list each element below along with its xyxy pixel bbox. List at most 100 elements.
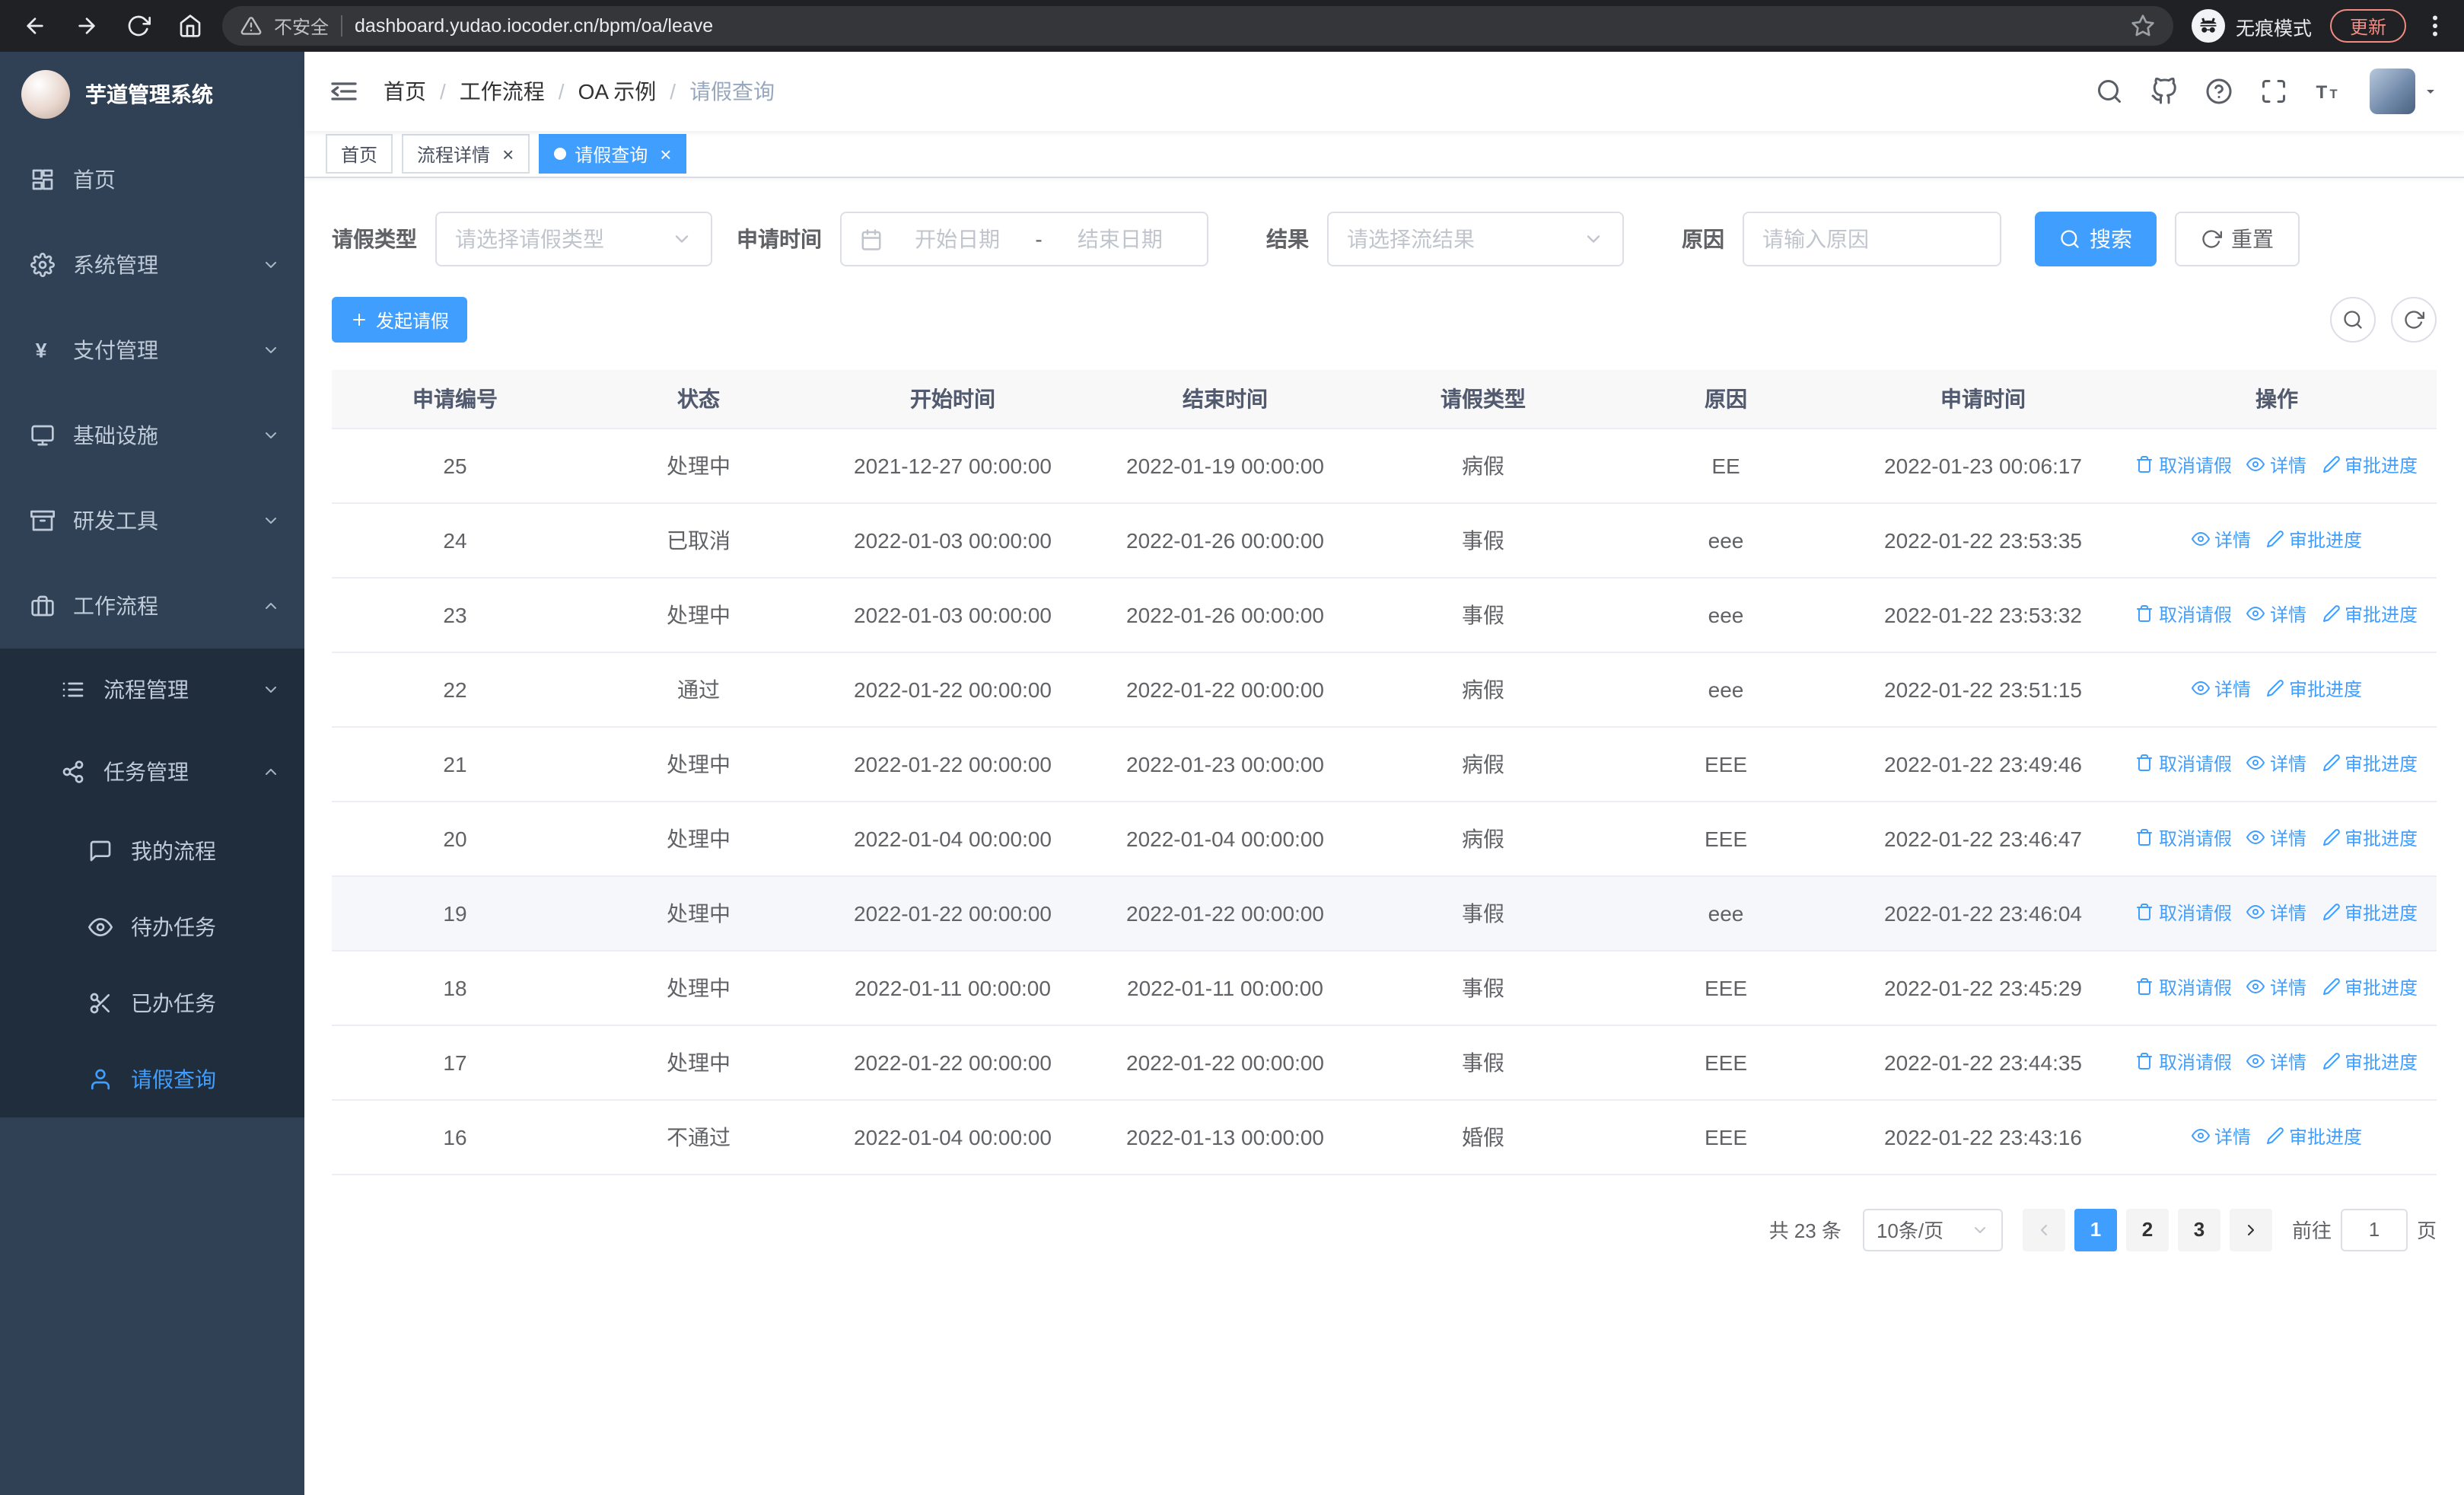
tab-leave-query[interactable]: 请假查询 × bbox=[538, 134, 687, 174]
search-icon[interactable] bbox=[2096, 78, 2123, 105]
user-avatar[interactable] bbox=[2370, 69, 2415, 114]
create-leave-button[interactable]: 发起请假 bbox=[332, 297, 468, 343]
action-detail[interactable]: 详情 bbox=[2191, 676, 2251, 702]
leave-type-select[interactable]: 请选择请假类型 bbox=[435, 212, 712, 266]
reset-button[interactable]: 重置 bbox=[2175, 212, 2300, 266]
goto-page-input[interactable] bbox=[2340, 1208, 2408, 1251]
action-detail[interactable]: 详情 bbox=[2191, 527, 2251, 553]
action-approval-progress[interactable]: 审批进度 bbox=[2322, 900, 2418, 926]
tab-process-detail[interactable]: 流程详情 × bbox=[402, 134, 530, 174]
action-approval-progress[interactable]: 审批进度 bbox=[2266, 676, 2362, 702]
reason-label: 原因 bbox=[1682, 227, 1724, 251]
sidebar-toggle-icon[interactable] bbox=[329, 76, 359, 107]
browser-back-icon[interactable] bbox=[15, 6, 55, 46]
action-cancel-leave[interactable]: 取消请假 bbox=[2136, 751, 2232, 776]
browser-reload-icon[interactable] bbox=[119, 6, 158, 46]
fullscreen-icon[interactable] bbox=[2260, 78, 2287, 105]
chevron-left-icon bbox=[2035, 1220, 2053, 1238]
page-button-1[interactable]: 1 bbox=[2074, 1208, 2117, 1251]
search-icon bbox=[2342, 309, 2364, 330]
breadcrumb-item[interactable]: OA 示例 bbox=[578, 76, 657, 107]
sidebar-item-task-mgmt[interactable]: 任务管理 bbox=[0, 731, 304, 813]
column-header: 申请时间 bbox=[1849, 370, 2117, 429]
action-cancel-leave[interactable]: 取消请假 bbox=[2136, 825, 2232, 851]
action-approval-progress[interactable]: 审批进度 bbox=[2322, 1049, 2418, 1075]
reason-input[interactable] bbox=[1743, 212, 2001, 266]
action-cancel-leave[interactable]: 取消请假 bbox=[2136, 900, 2232, 926]
sidebar: 芋道管理系统 首页 系统管理 ¥ 支付管理 基础设施 研发工具 工作流程 流程管理 任务管理 我的… bbox=[0, 52, 304, 1495]
apply-time-range-picker[interactable]: 开始日期 - 结束日期 bbox=[840, 212, 1208, 266]
action-detail[interactable]: 详情 bbox=[2246, 751, 2306, 776]
chrome-update-button[interactable]: 更新 bbox=[2329, 9, 2406, 43]
close-icon[interactable]: × bbox=[660, 144, 671, 164]
action-approval-progress[interactable]: 审批进度 bbox=[2322, 825, 2418, 851]
sidebar-item-payment[interactable]: ¥ 支付管理 bbox=[0, 308, 304, 393]
sidebar-item-home[interactable]: 首页 bbox=[0, 137, 304, 222]
page-button-2[interactable]: 2 bbox=[2125, 1208, 2169, 1251]
sidebar-item-my-process[interactable]: 我的流程 bbox=[0, 813, 304, 889]
cell-end-time: 2022-01-26 00:00:00 bbox=[1087, 577, 1364, 652]
breadcrumb-item[interactable]: 工作流程 bbox=[460, 76, 545, 107]
action-approval-progress[interactable]: 审批进度 bbox=[2266, 1124, 2362, 1149]
toggle-search-button[interactable] bbox=[2330, 297, 2376, 343]
cell-status: 不通过 bbox=[578, 1099, 819, 1175]
action-detail[interactable]: 详情 bbox=[2191, 1124, 2251, 1149]
action-cancel-leave[interactable]: 取消请假 bbox=[2136, 974, 2232, 1000]
action-approval-progress[interactable]: 审批进度 bbox=[2322, 974, 2418, 1000]
action-label: 详情 bbox=[2269, 902, 2306, 924]
sidebar-item-devtools[interactable]: 研发工具 bbox=[0, 478, 304, 563]
action-detail[interactable]: 详情 bbox=[2246, 601, 2306, 627]
github-icon[interactable] bbox=[2150, 78, 2178, 105]
sidebar-item-label: 支付管理 bbox=[73, 338, 158, 362]
prev-page-button[interactable] bbox=[2022, 1208, 2065, 1251]
sidebar-item-done-tasks[interactable]: 已办任务 bbox=[0, 965, 304, 1041]
sidebar-item-todo-tasks[interactable]: 待办任务 bbox=[0, 889, 304, 965]
font-size-icon[interactable]: TT bbox=[2315, 78, 2342, 105]
bookmark-star-icon[interactable] bbox=[2131, 14, 2155, 38]
edit-icon bbox=[2266, 680, 2284, 698]
sidebar-item-process-mgmt[interactable]: 流程管理 bbox=[0, 649, 304, 731]
action-cancel-leave[interactable]: 取消请假 bbox=[2136, 1049, 2232, 1075]
cell-start-time: 2022-01-04 00:00:00 bbox=[819, 1099, 1087, 1175]
action-label: 审批进度 bbox=[2345, 902, 2418, 924]
cell-start-time: 2022-01-22 00:00:00 bbox=[819, 652, 1087, 727]
action-approval-progress[interactable]: 审批进度 bbox=[2322, 751, 2418, 776]
sidebar-item-leave-query[interactable]: 请假查询 bbox=[0, 1041, 304, 1117]
next-page-button[interactable] bbox=[2229, 1208, 2272, 1251]
action-detail[interactable]: 详情 bbox=[2246, 452, 2306, 478]
refresh-table-button[interactable] bbox=[2391, 297, 2437, 343]
tab-home[interactable]: 首页 bbox=[326, 134, 393, 174]
action-detail[interactable]: 详情 bbox=[2246, 974, 2306, 1000]
avatar-caret-icon[interactable] bbox=[2421, 82, 2440, 100]
action-cancel-leave[interactable]: 取消请假 bbox=[2136, 452, 2232, 478]
close-icon[interactable]: × bbox=[502, 144, 514, 164]
action-detail[interactable]: 详情 bbox=[2246, 825, 2306, 851]
action-cancel-leave[interactable]: 取消请假 bbox=[2136, 601, 2232, 627]
action-detail[interactable]: 详情 bbox=[2246, 900, 2306, 926]
cell-apply-id: 25 bbox=[332, 428, 578, 503]
address-bar[interactable]: 不安全 dashboard.yudao.iocoder.cn/bpm/oa/le… bbox=[222, 6, 2173, 46]
action-approval-progress[interactable]: 审批进度 bbox=[2266, 527, 2362, 553]
action-approval-progress[interactable]: 审批进度 bbox=[2322, 452, 2418, 478]
page-size-select[interactable]: 10条/页 bbox=[1862, 1208, 2003, 1251]
sidebar-item-infrastructure[interactable]: 基础设施 bbox=[0, 393, 304, 478]
action-approval-progress[interactable]: 审批进度 bbox=[2322, 601, 2418, 627]
sidebar-item-system[interactable]: 系统管理 bbox=[0, 222, 304, 308]
cell-leave-type: 事假 bbox=[1364, 502, 1603, 578]
result-select[interactable]: 请选择流结果 bbox=[1327, 212, 1624, 266]
action-label: 详情 bbox=[2269, 977, 2306, 999]
sidebar-item-workflow[interactable]: 工作流程 bbox=[0, 563, 304, 649]
table-row: 22 通过 2022-01-22 00:00:00 2022-01-22 00:00:… bbox=[332, 652, 2437, 727]
browser-menu-icon[interactable] bbox=[2421, 12, 2449, 40]
page-button-3[interactable]: 3 bbox=[2177, 1208, 2220, 1251]
cell-status: 处理中 bbox=[578, 1025, 819, 1100]
browser-forward-icon[interactable] bbox=[67, 6, 107, 46]
help-icon[interactable] bbox=[2205, 78, 2233, 105]
breadcrumb-item[interactable]: 首页 bbox=[384, 76, 426, 107]
browser-home-icon[interactable] bbox=[170, 6, 210, 46]
screen: 不安全 dashboard.yudao.iocoder.cn/bpm/oa/le… bbox=[0, 0, 2464, 1495]
app-logo[interactable]: 芋道管理系统 bbox=[0, 52, 304, 137]
action-detail[interactable]: 详情 bbox=[2246, 1049, 2306, 1075]
search-button[interactable]: 搜索 bbox=[2035, 212, 2157, 266]
chat-icon bbox=[88, 839, 113, 863]
